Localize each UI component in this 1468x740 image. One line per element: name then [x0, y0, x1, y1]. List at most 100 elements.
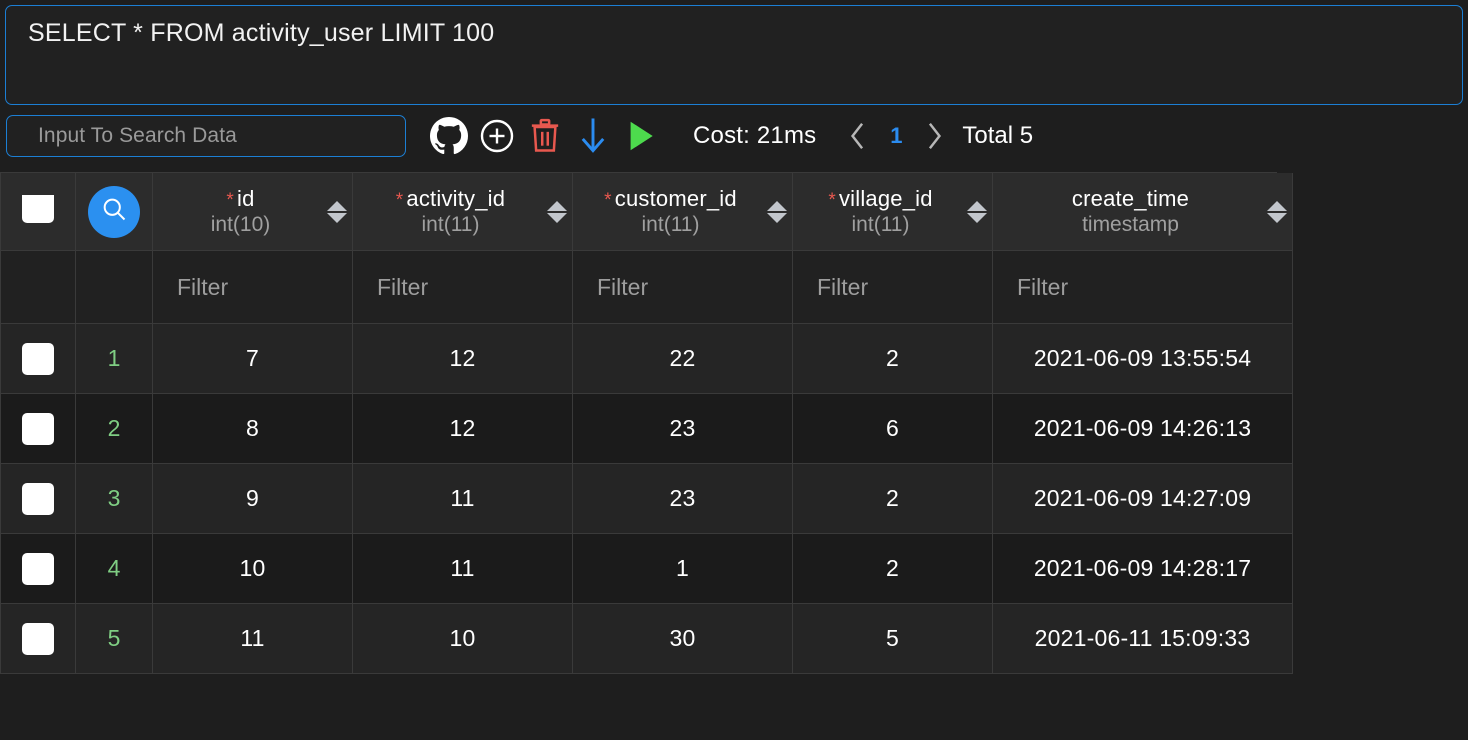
- column-header-activity-id[interactable]: * activity_id int(11): [353, 173, 573, 251]
- row-index: 4: [107, 555, 121, 581]
- sort-toggle-activity-id[interactable]: [542, 200, 572, 223]
- table-row[interactable]: 3 9 11 23 2 2021-06-09 14:27:09: [1, 464, 1293, 534]
- cell-create-time[interactable]: 2021-06-11 15:09:33: [993, 604, 1293, 674]
- trash-icon: [528, 118, 562, 154]
- cell-value: 8: [246, 415, 259, 441]
- cell-village-id[interactable]: 5: [793, 604, 993, 674]
- search-icon: [100, 195, 128, 228]
- cell-village-id[interactable]: 2: [793, 324, 993, 394]
- row-index: 3: [107, 485, 121, 511]
- cell-activity-id[interactable]: 10: [353, 604, 573, 674]
- current-page[interactable]: 1: [876, 123, 916, 149]
- row-checkbox-cell[interactable]: [1, 534, 76, 604]
- cell-value: 30: [669, 625, 696, 651]
- delete-button[interactable]: [521, 114, 569, 158]
- sort-toggle-create-time[interactable]: [1262, 200, 1292, 223]
- header-search-cell[interactable]: [76, 173, 153, 251]
- select-all-checkbox[interactable]: [22, 194, 54, 223]
- total-count-label: Total 5: [962, 122, 1034, 149]
- table-row[interactable]: 1 7 12 22 2 2021-06-09 13:55:54: [1, 324, 1293, 394]
- row-checkbox-cell[interactable]: [1, 324, 76, 394]
- cell-activity-id[interactable]: 11: [353, 534, 573, 604]
- filter-input-id[interactable]: Filter: [153, 251, 353, 324]
- column-type-id: int(10): [210, 213, 271, 236]
- filter-input-customer-id[interactable]: Filter: [573, 251, 793, 324]
- column-name-id: * id: [226, 186, 255, 211]
- required-marker-icon: *: [395, 190, 404, 211]
- column-header-create-time[interactable]: create_time timestamp: [993, 173, 1293, 251]
- row-checkbox[interactable]: [22, 622, 54, 655]
- row-checkbox-cell[interactable]: [1, 604, 76, 674]
- plus-circle-icon: [479, 118, 515, 154]
- column-header-id[interactable]: * id int(10): [153, 173, 353, 251]
- row-checkbox[interactable]: [22, 342, 54, 375]
- table-header-row: * id int(10) * activity_id int(11) * cus…: [1, 173, 1293, 251]
- filter-input-create-time[interactable]: Filter: [993, 251, 1293, 324]
- next-page-button[interactable]: [916, 118, 952, 154]
- column-type-village-id: int(11): [851, 213, 910, 236]
- sql-query-editor[interactable]: SELECT * FROM activity_user LIMIT 100: [5, 5, 1463, 105]
- add-row-button[interactable]: [473, 114, 521, 158]
- github-button[interactable]: [425, 114, 473, 158]
- row-checkbox[interactable]: [22, 412, 54, 445]
- cell-value: 2: [886, 555, 899, 581]
- cell-id[interactable]: 10: [153, 534, 353, 604]
- required-marker-icon: *: [828, 190, 836, 211]
- cell-village-id[interactable]: 2: [793, 534, 993, 604]
- cell-village-id[interactable]: 6: [793, 394, 993, 464]
- github-icon: [430, 117, 468, 155]
- cell-customer-id[interactable]: 22: [573, 324, 793, 394]
- sort-desc-icon: [767, 212, 787, 223]
- column-type-customer-id: int(11): [641, 213, 700, 236]
- cell-value: 7: [246, 345, 259, 371]
- filter-cell-blank-check: [1, 251, 76, 324]
- row-checkbox-cell[interactable]: [1, 394, 76, 464]
- run-query-button[interactable]: [617, 114, 665, 158]
- sort-toggle-id[interactable]: [322, 200, 352, 223]
- prev-page-button[interactable]: [840, 118, 876, 154]
- sort-toggle-village-id[interactable]: [962, 200, 992, 223]
- cell-activity-id[interactable]: 12: [353, 394, 573, 464]
- row-checkbox-cell[interactable]: [1, 464, 76, 534]
- cell-value: 5: [886, 625, 899, 651]
- cell-id[interactable]: 8: [153, 394, 353, 464]
- cell-activity-id[interactable]: 11: [353, 464, 573, 534]
- search-placeholder: Input To Search Data: [38, 124, 237, 147]
- filter-input-village-id[interactable]: Filter: [793, 251, 993, 324]
- cell-id[interactable]: 9: [153, 464, 353, 534]
- cell-customer-id[interactable]: 1: [573, 534, 793, 604]
- cell-value: 2021-06-09 13:55:54: [1033, 345, 1252, 371]
- download-button[interactable]: [569, 114, 617, 158]
- row-checkbox[interactable]: [22, 482, 54, 515]
- column-header-customer-id[interactable]: * customer_id int(11): [573, 173, 793, 251]
- row-index-cell: 1: [76, 324, 153, 394]
- sort-toggle-customer-id[interactable]: [762, 200, 792, 223]
- cell-id[interactable]: 11: [153, 604, 353, 674]
- cell-activity-id[interactable]: 12: [353, 324, 573, 394]
- cell-create-time[interactable]: 2021-06-09 13:55:54: [993, 324, 1293, 394]
- row-checkbox[interactable]: [22, 552, 54, 585]
- cell-village-id[interactable]: 2: [793, 464, 993, 534]
- cell-customer-id[interactable]: 23: [573, 464, 793, 534]
- cell-id[interactable]: 7: [153, 324, 353, 394]
- cell-value: 12: [449, 415, 476, 441]
- cell-customer-id[interactable]: 23: [573, 394, 793, 464]
- search-input[interactable]: Input To Search Data: [6, 115, 406, 157]
- row-index-cell: 3: [76, 464, 153, 534]
- cell-value: 1: [676, 555, 689, 581]
- table-search-button[interactable]: [88, 185, 140, 238]
- select-all-checkbox-cell[interactable]: [1, 173, 76, 251]
- table-row[interactable]: 2 8 12 23 6 2021-06-09 14:26:13: [1, 394, 1293, 464]
- table-row[interactable]: 4 10 11 1 2 2021-06-09 14:28:17: [1, 534, 1293, 604]
- filter-placeholder-id: Filter: [177, 273, 229, 300]
- sort-asc-icon: [1267, 200, 1287, 211]
- column-name-village-id: * village_id: [828, 186, 933, 211]
- cell-customer-id[interactable]: 30: [573, 604, 793, 674]
- table-row[interactable]: 5 11 10 30 5 2021-06-11 15:09:33: [1, 604, 1293, 674]
- cell-create-time[interactable]: 2021-06-09 14:28:17: [993, 534, 1293, 604]
- column-header-village-id[interactable]: * village_id int(11): [793, 173, 993, 251]
- cell-create-time[interactable]: 2021-06-09 14:27:09: [993, 464, 1293, 534]
- cell-value: 10: [449, 625, 476, 651]
- cell-create-time[interactable]: 2021-06-09 14:26:13: [993, 394, 1293, 464]
- filter-input-activity-id[interactable]: Filter: [353, 251, 573, 324]
